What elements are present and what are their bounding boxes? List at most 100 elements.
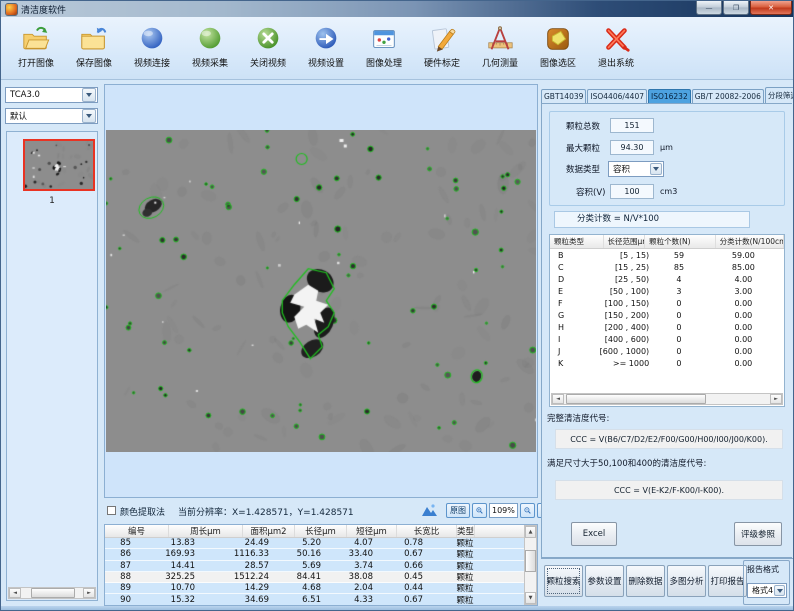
column-header[interactable]: 类型 — [457, 525, 475, 537]
table-row[interactable]: K >= 1000 0 0.00 — [550, 358, 784, 370]
resolution-text: 当前分辨率：X=1.428571，Y=1.428571 — [178, 505, 354, 518]
table-row[interactable]: J [600 , 1000) 0 0.00 — [550, 346, 784, 358]
profile-select[interactable]: 默认 — [5, 108, 98, 124]
video-capture-button[interactable]: 视频采集 — [181, 21, 239, 76]
image-list: 1 ◄ ► — [6, 131, 98, 601]
max-particle-value[interactable]: 94.30 — [610, 140, 654, 155]
delete-data-button[interactable]: 删除数据 — [626, 565, 665, 597]
table-row[interactable]: D [25 , 50) 4 4.00 — [550, 273, 784, 285]
scroll-right-icon[interactable]: ► — [770, 394, 782, 404]
partial-code-label: 满足尺寸大于50,100和400的清洁度代号: — [547, 457, 706, 469]
report-format-label: 报告格式 — [747, 564, 779, 575]
thumbnail-label: 1 — [7, 196, 97, 206]
image-viewport — [104, 84, 538, 498]
datatype-select[interactable]: 容积 — [608, 161, 664, 177]
minimize-button[interactable]: — — [696, 1, 722, 15]
zoom-out-icon[interactable] — [520, 503, 535, 518]
app-icon — [6, 4, 17, 15]
hardware-calibrate-button[interactable]: 硬件标定 — [413, 21, 471, 76]
color-extract-label: 颜色提取法 — [120, 505, 165, 518]
scroll-left-icon[interactable]: ◄ — [552, 394, 564, 404]
open-image-button[interactable]: 打开图像 — [7, 21, 65, 76]
max-particle-label: 最大颗粒 — [566, 142, 600, 154]
total-particles-value[interactable]: 151 — [610, 118, 654, 133]
image-mode-icon[interactable] — [421, 503, 437, 520]
geometry-measure-button[interactable]: 几何测量 — [471, 21, 529, 76]
exit-system-button[interactable]: 退出系统 — [587, 21, 645, 76]
table-row[interactable]: H [200 , 400) 0 0.00 — [550, 322, 784, 334]
column-header[interactable]: 长径μm — [295, 525, 347, 537]
class-table-scrollbar[interactable]: ◄ ► — [551, 393, 783, 405]
video-close-button[interactable]: 关闭视频 — [239, 21, 297, 76]
parameter-settings-button[interactable]: 参数设置 — [585, 565, 624, 597]
column-header[interactable]: 颗粒类型 — [550, 235, 604, 248]
table-row[interactable]: C [15 , 25) 85 85.00 — [550, 261, 784, 273]
image-process-icon — [369, 24, 399, 54]
column-header[interactable]: 长径范围μm — [604, 235, 646, 248]
table-row[interactable]: E [50 , 100) 3 3.00 — [550, 285, 784, 297]
particle-table-header: 编号周长μm面积μm2长径μm短径μm长宽比类型 — [105, 525, 537, 538]
table-row[interactable]: 86 169.93 1116.33 50.16 33.40 0.67 颗粒 — [105, 549, 537, 560]
summary-groupbox: 颗粒总数 151 最大颗粒 94.30 μm 数据类型 容积 容积(V) 100… — [549, 111, 785, 206]
column-header[interactable]: 长宽比 — [397, 525, 457, 537]
column-header[interactable]: 编号 — [105, 525, 169, 537]
column-header[interactable]: 短径μm — [347, 525, 397, 537]
column-header[interactable]: 面积μm2 — [243, 525, 295, 537]
report-format-select[interactable]: 格式4 — [747, 583, 787, 598]
particle-table-scrollbar[interactable]: ▲ ▼ — [524, 525, 537, 605]
table-row[interactable]: 85 13.83 24.49 5.20 4.07 0.78 颗粒 — [105, 538, 537, 549]
chevron-down-icon[interactable] — [82, 88, 96, 102]
video-settings-button[interactable]: 视频设置 — [297, 21, 355, 76]
column-header[interactable]: 颗粒个数(N) — [645, 235, 716, 248]
image-region-button[interactable]: 图像选区 — [529, 21, 587, 76]
scroll-down-icon[interactable]: ▼ — [525, 592, 536, 604]
table-row[interactable]: I [400 , 600) 0 0.00 — [550, 334, 784, 346]
zoom-in-icon[interactable] — [472, 503, 487, 518]
microscope-image[interactable] — [106, 130, 536, 452]
original-size-button[interactable]: 原图 — [446, 503, 470, 518]
image-process-button[interactable]: 图像处理 — [355, 21, 413, 76]
chevron-down-icon[interactable] — [774, 585, 785, 596]
scroll-left-icon[interactable]: ◄ — [9, 588, 21, 598]
close-button[interactable]: ✕ — [750, 1, 792, 15]
thumbnail-image[interactable] — [25, 141, 93, 189]
table-row[interactable]: 87 14.41 28.57 5.69 3.74 0.66 颗粒 — [105, 561, 537, 572]
column-header[interactable]: 分类计数(N/100cm3) — [716, 235, 784, 248]
volume-value[interactable]: 100 — [610, 184, 654, 199]
tab-gbt14039[interactable]: GBT14039 — [541, 89, 586, 103]
excel-export-button[interactable]: Excel — [571, 522, 617, 546]
class-table-header: 颗粒类型长径范围μm颗粒个数(N)分类计数(N/100cm3) — [550, 235, 784, 249]
scroll-up-icon[interactable]: ▲ — [525, 526, 536, 538]
class-count-table: 颗粒类型长径范围μm颗粒个数(N)分类计数(N/100cm3) B [5 , 1… — [549, 234, 785, 407]
chevron-down-icon[interactable] — [650, 163, 662, 175]
table-row[interactable]: B [5 , 15) 59 59.00 — [550, 249, 784, 261]
tab-iso4406-4407[interactable]: ISO4406/4407 — [587, 89, 647, 103]
scroll-right-icon[interactable]: ► — [83, 588, 95, 598]
tab-gbt-20082-2006[interactable]: GB/T 20082-2006 — [692, 89, 764, 103]
zoom-percent-value[interactable]: 109% — [489, 503, 518, 518]
table-row[interactable]: 88 325.25 1512.24 84.41 38.08 0.45 颗粒 — [105, 572, 537, 583]
image-list-scrollbar[interactable]: ◄ ► — [8, 587, 96, 599]
color-extract-checkbox[interactable] — [107, 506, 116, 516]
rating-reference-button[interactable]: 评级参照 — [734, 522, 782, 546]
table-row[interactable]: 90 15.32 34.69 6.51 4.33 0.67 颗粒 — [105, 594, 537, 605]
thumbnail-selected[interactable] — [23, 139, 95, 191]
particle-table: 编号周长μm面积μm2长径μm短径μm长宽比类型 85 13.83 24.49 … — [104, 524, 538, 606]
multi-image-analysis-button[interactable]: 多图分析 — [667, 565, 706, 597]
video-settings-icon — [311, 24, 341, 54]
tab-segment-filter[interactable]: 分段筛选 — [765, 87, 793, 103]
table-row[interactable]: F [100 , 150) 0 0.00 — [550, 297, 784, 309]
column-header[interactable]: 周长μm — [169, 525, 243, 537]
video-connect-button[interactable]: 视频连接 — [123, 21, 181, 76]
table-row[interactable]: G [150 , 200) 0 0.00 — [550, 309, 784, 321]
tab-iso16232[interactable]: ISO16232 — [648, 89, 691, 103]
chevron-down-icon[interactable] — [82, 109, 96, 123]
count-formula: 分类计数 = N/V*100 — [554, 211, 750, 228]
title-bar: 清洁度软件 — ❐ ✕ — [1, 1, 794, 17]
save-image-button[interactable]: 保存图像 — [65, 21, 123, 76]
camera-select[interactable]: TCA3.0 — [5, 87, 98, 103]
maximize-button[interactable]: ❐ — [723, 1, 749, 15]
particle-search-button[interactable]: 颗粒搜索 — [544, 565, 583, 597]
table-row[interactable]: 89 10.70 14.29 4.68 2.04 0.44 颗粒 — [105, 583, 537, 594]
print-report-button[interactable]: 打印报告 — [708, 565, 747, 597]
